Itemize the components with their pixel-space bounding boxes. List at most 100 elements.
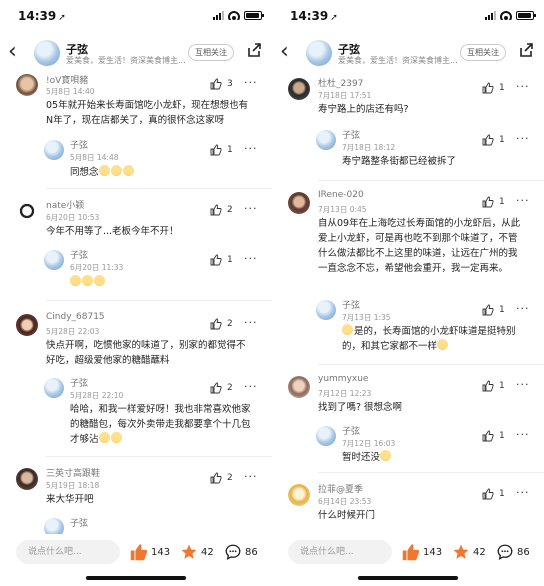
reply-author[interactable]: 子弦 [70,376,88,389]
more-dots-icon[interactable]: ··· [244,380,258,393]
favorite-button[interactable]: 42 [180,543,214,561]
bottom-bar: 说点什么吧... 143 42 86 [0,534,272,586]
post-comment-count: 86 [517,546,530,558]
avatar[interactable] [288,78,310,100]
back-arrow-icon[interactable]: ‹ [280,40,300,64]
status-icons [213,11,264,20]
commenter-name[interactable]: yummyxue [318,374,368,384]
follow-button[interactable]: 互相关注 [188,44,234,61]
like-button[interactable]: 2 [210,318,233,330]
divider [46,188,272,189]
back-arrow-icon[interactable]: ‹ [8,40,28,64]
avatar[interactable] [34,40,60,66]
thumb-up-icon [210,254,222,266]
avatar[interactable] [44,378,64,398]
thumb-up-icon [482,430,494,442]
like-button[interactable]: 1 [210,254,233,266]
like-count: 1 [499,305,505,315]
like-button[interactable]: 2 [210,204,233,216]
reply-author[interactable]: 子弦 [342,298,360,311]
avatar[interactable] [288,484,310,506]
like-button[interactable]: 1 [482,488,505,500]
avatar[interactable] [44,250,64,270]
more-dots-icon[interactable]: ··· [244,76,258,89]
like-count: 1 [499,83,505,93]
avatar[interactable] [16,314,38,336]
commenter-name[interactable]: nate小颖 [46,198,84,211]
avatar[interactable] [16,74,38,96]
more-dots-icon[interactable]: ··· [244,470,258,483]
like-button[interactable]: 1 [482,304,505,316]
avatar[interactable] [16,200,38,222]
avatar[interactable] [44,140,64,160]
thumb-up-icon [482,134,494,146]
like-button[interactable]: 1 [482,82,505,94]
avatar[interactable] [44,518,64,534]
avatar[interactable] [288,376,310,398]
more-dots-icon[interactable]: ··· [516,378,530,391]
follow-button[interactable]: 互相关注 [460,44,506,61]
thumb-up-icon [482,304,494,316]
more-dots-icon[interactable]: ··· [516,132,530,145]
like-button[interactable]: 2 [210,382,233,394]
avatar[interactable] [316,130,336,150]
thumb-up-icon [482,488,494,500]
comment-text: 寿宁路上的店还有吗? [318,104,409,115]
reply-time: 7月13日 1:35 [342,313,391,322]
reply-author[interactable]: 子弦 [70,248,88,261]
reply-author[interactable]: 子弦 [342,128,360,141]
like-button[interactable]: 3 [210,78,233,90]
more-dots-icon[interactable]: ··· [244,316,258,329]
like-post-button[interactable]: 143 [402,543,442,561]
reply-text: 是的，长寿面馆的小龙虾味道是挺特别的，和其它家都不一样 [342,324,516,352]
like-button[interactable]: 2 [210,472,233,484]
post-like-count: 143 [423,546,443,558]
post-comment-count: 86 [245,546,258,558]
more-dots-icon[interactable]: ··· [516,428,530,441]
more-dots-icon[interactable]: ··· [244,252,258,265]
commenter-name[interactable]: !oV寶唄豬 [46,74,88,86]
comment-text: 快点开啊，吃惯他家的味道了，别家的都觉得不好吃，超级爱他家的糖醋蘸料 [46,340,246,366]
home-indicator[interactable] [358,576,458,580]
like-button[interactable]: 1 [482,380,505,392]
commenter-name[interactable]: Cindy_68715 [46,312,105,322]
signal-icon [213,11,224,20]
comment-input[interactable]: 说点什么吧... [16,540,120,564]
reply-author[interactable]: 子弦 [70,516,88,529]
like-count: 1 [227,145,233,155]
commenter-name[interactable]: 拉菲@夏季 [318,482,363,495]
star-icon [181,544,197,559]
avatar[interactable] [316,426,336,446]
more-dots-icon[interactable]: ··· [244,202,258,215]
commenter-name[interactable]: 三英寸高跟鞋 [46,466,100,479]
comment-count-button[interactable]: 86 [496,543,530,561]
like-button[interactable]: 1 [482,430,505,442]
avatar[interactable] [306,40,332,66]
comment-input[interactable]: 说点什么吧... [288,540,392,564]
favorite-button[interactable]: 42 [452,543,486,561]
post-star-count: 42 [473,546,486,558]
more-dots-icon[interactable]: ··· [516,486,530,499]
share-icon[interactable] [246,42,262,58]
reply-author[interactable]: 子弦 [342,424,360,437]
home-indicator[interactable] [86,576,186,580]
reply-author[interactable]: 子弦 [70,138,88,151]
comment-count-button[interactable]: 86 [224,543,258,561]
like-count: 1 [499,381,505,391]
thumb-up-icon [482,196,494,208]
commenter-name[interactable]: 杜杜_2397 [318,76,363,89]
like-button[interactable]: 1 [482,196,505,208]
commenter-name[interactable]: IRene-020 [318,190,364,200]
more-dots-icon[interactable]: ··· [244,142,258,155]
like-button[interactable]: 1 [482,134,505,146]
avatar[interactable] [288,192,310,214]
avatar[interactable] [316,300,336,320]
avatar[interactable] [16,468,38,490]
more-dots-icon[interactable]: ··· [516,302,530,315]
share-icon[interactable] [518,42,534,58]
more-dots-icon[interactable]: ··· [516,194,530,207]
more-dots-icon[interactable]: ··· [516,80,530,93]
like-post-button[interactable]: 143 [130,543,170,561]
comment-time: 7月12日 12:23 [318,389,372,398]
like-button[interactable]: 1 [210,144,233,156]
